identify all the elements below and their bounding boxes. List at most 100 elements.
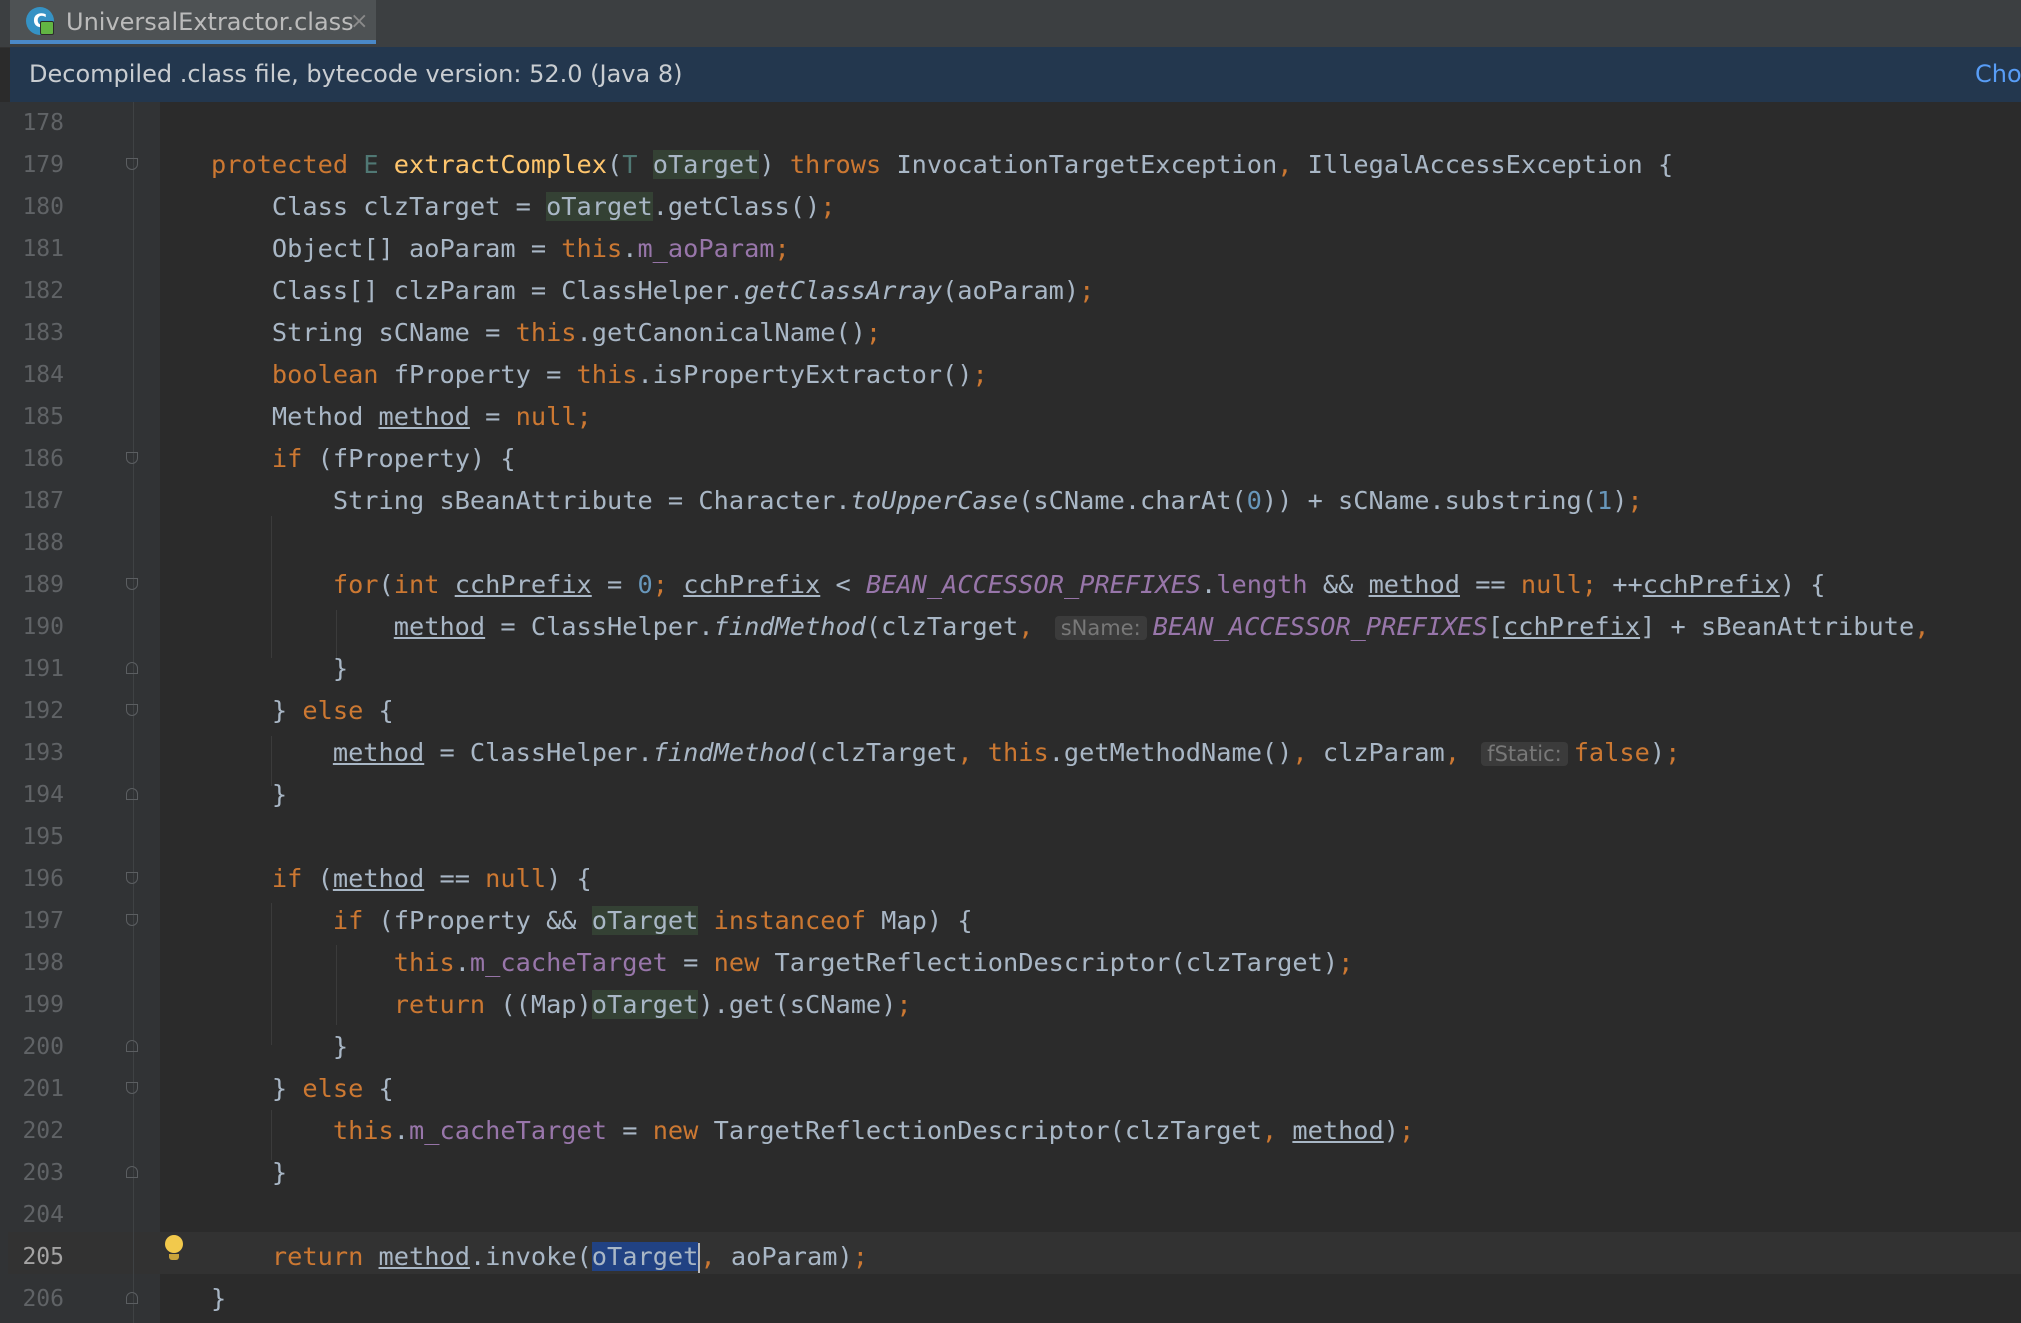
line-number: 206: [22, 1286, 64, 1312]
code-text[interactable]: method = ClassHelper.findMethod(clzTarge…: [211, 606, 1930, 649]
lightbulb-icon[interactable]: [163, 1233, 185, 1263]
fold-end-icon[interactable]: [126, 1166, 140, 1180]
code-line[interactable]: 200 }: [0, 1026, 2021, 1068]
code-line[interactable]: 183 String sCName = this.getCanonicalNam…: [0, 312, 2021, 354]
code-line[interactable]: 195: [0, 816, 2021, 858]
code-token: ;: [1399, 1116, 1415, 1145]
line-number: 186: [22, 446, 64, 472]
code-text[interactable]: Object[] aoParam = this.m_aoParam;: [211, 228, 790, 270]
code-text[interactable]: }: [211, 648, 348, 690]
code-token: ): [1612, 486, 1628, 515]
code-token: ;: [896, 990, 912, 1019]
code-line[interactable]: 198 this.m_cacheTarget = new TargetRefle…: [0, 942, 2021, 984]
fold-expanded-icon[interactable]: [126, 158, 140, 172]
fold-expanded-icon[interactable]: [126, 1082, 140, 1096]
code-text[interactable]: } else {: [211, 690, 394, 732]
code-text[interactable]: Method method = null;: [211, 396, 592, 438]
fold-expanded-icon[interactable]: [126, 704, 140, 718]
fold-expanded-icon[interactable]: [126, 452, 140, 466]
code-line[interactable]: 204: [0, 1194, 2021, 1236]
code-token: .getClass(): [652, 192, 821, 221]
code-line[interactable]: 192 } else {: [0, 690, 2021, 732]
code-text[interactable]: String sBeanAttribute = Character.toUppe…: [211, 480, 1643, 522]
code-text[interactable]: }: [211, 774, 287, 816]
code-line[interactable]: 182 Class[] clzParam = ClassHelper.getCl…: [0, 270, 2021, 312]
fold-end-icon[interactable]: [126, 1040, 140, 1054]
code-text[interactable]: String sCName = this.getCanonicalName();: [211, 312, 881, 354]
choose-sources-link[interactable]: Cho: [1975, 47, 2021, 102]
code-text[interactable]: return ((Map)oTarget).get(sCName);: [211, 984, 912, 1026]
code-token: m_cacheTarget: [409, 1116, 607, 1145]
code-token: Class[] clzParam = ClassHelper.: [211, 276, 745, 305]
code-line[interactable]: 185 Method method = null;: [0, 396, 2021, 438]
line-number: 194: [22, 782, 64, 808]
code-line[interactable]: 193 method = ClassHelper.findMethod(clzT…: [0, 732, 2021, 774]
code-line[interactable]: 206}: [0, 1278, 2021, 1320]
fold-end-icon[interactable]: [126, 788, 140, 802]
code-token: }: [211, 696, 303, 725]
fold-end-icon[interactable]: [126, 662, 140, 676]
code-text[interactable]: if (fProperty) {: [211, 438, 516, 480]
code-token: extractComplex: [393, 150, 608, 179]
code-line[interactable]: 203 }: [0, 1152, 2021, 1194]
code-token: .: [1201, 570, 1217, 599]
code-text[interactable]: for(int cchPrefix = 0; cchPrefix < BEAN_…: [211, 564, 1826, 606]
code-token: = ClassHelper.: [424, 738, 653, 767]
code-text[interactable]: }: [211, 1026, 348, 1068]
code-line[interactable]: 179 protected E extractComplex(T oTarget)…: [0, 144, 2021, 186]
fold-expanded-icon[interactable]: [126, 914, 140, 928]
code-line[interactable]: 197 if (fProperty && oTarget instanceof …: [0, 900, 2021, 942]
code-token: InvocationTargetException: [896, 150, 1278, 179]
line-number: 181: [22, 236, 64, 262]
code-token: = ClassHelper.: [485, 612, 714, 641]
line-number: 185: [22, 404, 64, 430]
code-text[interactable]: } else {: [211, 1068, 394, 1110]
code-text[interactable]: if (fProperty && oTarget instanceof Map)…: [211, 900, 973, 942]
code-line[interactable]: 180 Class clzTarget = oTarget.getClass()…: [0, 186, 2021, 228]
code-text[interactable]: Class[] clzParam = ClassHelper.getClassA…: [211, 270, 1094, 312]
code-text[interactable]: method = ClassHelper.findMethod(clzTarge…: [211, 732, 1680, 775]
code-line[interactable]: 191 }: [0, 648, 2021, 690]
code-text[interactable]: this.m_cacheTarget = new TargetReflectio…: [211, 1110, 1414, 1152]
fold-marker-shape: [126, 1166, 138, 1178]
line-number: 205: [22, 1244, 64, 1270]
code-token: method: [378, 402, 470, 431]
fold-marker-shape: [126, 1040, 138, 1052]
fold-end-icon[interactable]: [126, 1292, 140, 1306]
code-text[interactable]: }: [211, 1152, 287, 1194]
line-number: 188: [22, 530, 64, 556]
code-text[interactable]: }: [211, 1278, 226, 1320]
code-token: .: [393, 1116, 409, 1145]
tab-universal-extractor[interactable]: C UniversalExtractor.class ×: [10, 0, 376, 44]
code-token: null: [485, 864, 547, 893]
code-text[interactable]: Class clzTarget = oTarget.getClass();: [211, 186, 835, 228]
code-text[interactable]: this.m_cacheTarget = new TargetReflectio…: [211, 942, 1354, 984]
code-line[interactable]: 186 if (fProperty) {: [0, 438, 2021, 480]
code-line[interactable]: 189 for(int cchPrefix = 0; cchPrefix < B…: [0, 564, 2021, 606]
code-line[interactable]: 190 method = ClassHelper.findMethod(clzT…: [0, 606, 2021, 648]
code-line[interactable]: 199 return ((Map)oTarget).get(sCName);: [0, 984, 2021, 1026]
close-icon[interactable]: ×: [350, 0, 368, 44]
code-line[interactable]: 196 if (method == null) {: [0, 858, 2021, 900]
code-line[interactable]: 201 } else {: [0, 1068, 2021, 1110]
code-token: String sBeanAttribute = Character.: [211, 486, 851, 515]
code-line[interactable]: 205 return method.invoke(oTarget, aoPara…: [0, 1236, 2021, 1278]
fold-expanded-icon[interactable]: [126, 872, 140, 886]
code-text[interactable]: protected E extractComplex(T oTarget) th…: [211, 144, 1673, 186]
code-line[interactable]: 184 boolean fProperty = this.isPropertyE…: [0, 354, 2021, 396]
code-line[interactable]: 181 Object[] aoParam = this.m_aoParam;: [0, 228, 2021, 270]
code-line[interactable]: 187 String sBeanAttribute = Character.to…: [0, 480, 2021, 522]
fold-expanded-icon[interactable]: [126, 578, 140, 592]
code-token: method: [1292, 1116, 1384, 1145]
code-line[interactable]: 178: [0, 102, 2021, 144]
code-token: oTarget: [591, 990, 699, 1019]
code-token: this: [561, 234, 623, 263]
code-text[interactable]: if (method == null) {: [211, 858, 592, 900]
code-text[interactable]: return method.invoke(oTarget, aoParam);: [211, 1236, 868, 1278]
code-token: this: [576, 360, 638, 389]
code-text[interactable]: boolean fProperty = this.isPropertyExtra…: [211, 354, 988, 396]
code-line[interactable]: 188: [0, 522, 2021, 564]
code-token: for: [332, 570, 379, 599]
code-line[interactable]: 194 }: [0, 774, 2021, 816]
code-line[interactable]: 202 this.m_cacheTarget = new TargetRefle…: [0, 1110, 2021, 1152]
